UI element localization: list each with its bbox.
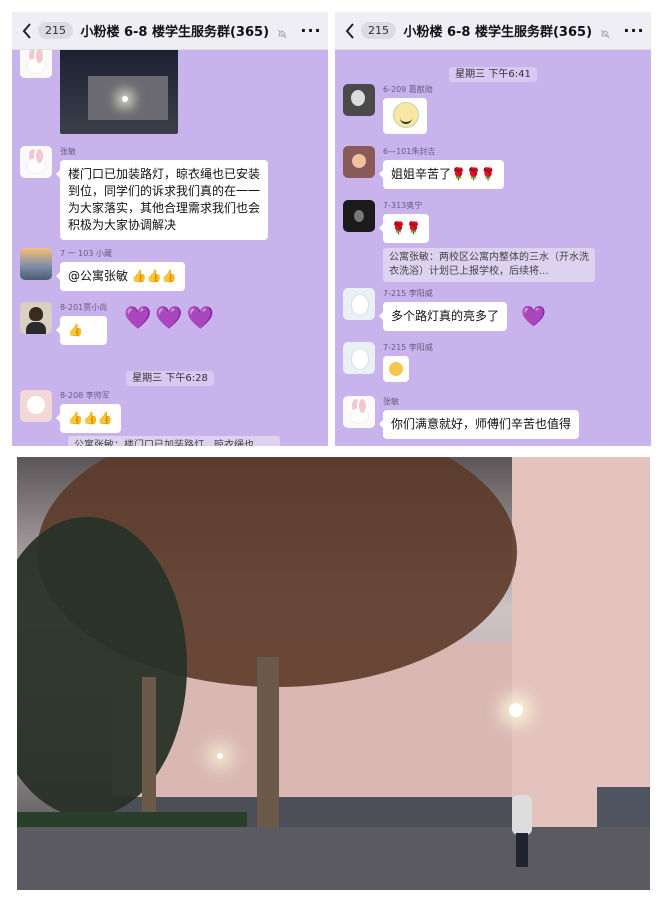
- time-divider-label: 星期三 下午6:28: [126, 371, 214, 386]
- avatar[interactable]: [343, 288, 375, 320]
- message-bubble[interactable]: 👍👍👍: [56, 404, 121, 433]
- avatar[interactable]: [20, 46, 52, 78]
- back-arrow-icon[interactable]: [16, 12, 38, 50]
- avatar[interactable]: [343, 200, 375, 232]
- chat-title: 小粉楼 6-8 楼学生服务群(365): [396, 21, 617, 40]
- mute-bell-icon: [277, 28, 287, 38]
- message-item: 7-215 李阳威: [343, 342, 433, 382]
- chat-header: 215 小粉楼 6-8 楼学生服务群(365) ···: [12, 12, 328, 50]
- street-lamp: [509, 703, 523, 717]
- message-item: 6—101朱封吉 姐姐辛苦了🌹🌹🌹: [343, 146, 504, 189]
- unread-count-badge[interactable]: 215: [38, 22, 73, 39]
- sender-name: 6-209 葛猷勋: [383, 85, 433, 94]
- avatar[interactable]: [343, 84, 375, 116]
- time-divider-label: 星期三 下午6:41: [449, 67, 537, 82]
- sender-name: 6—101朱封吉: [383, 147, 436, 156]
- avatar[interactable]: [20, 302, 52, 334]
- sender-name: 7-215 李阳威: [383, 343, 433, 352]
- avatar[interactable]: [20, 390, 52, 422]
- purple-heart-icon: 💜: [521, 304, 550, 328]
- time-divider: 星期三 下午6:28: [12, 366, 328, 386]
- purple-heart-icon: 💜: [186, 306, 219, 331]
- message-photo: [20, 46, 178, 134]
- sender-name: 7-215 李阳威: [383, 289, 433, 298]
- emoji-sticker[interactable]: [383, 98, 427, 134]
- sender-name: 8-208 李帅军: [60, 391, 110, 400]
- message-item: 7 一 103 小藏 @公寓张敏 👍👍👍: [20, 248, 185, 291]
- sender-name: 7 一 103 小藏: [60, 249, 112, 258]
- avatar[interactable]: [343, 342, 375, 374]
- chat-header: 215 小粉楼 6-8 楼学生服务群(365) ···: [335, 12, 651, 50]
- message-item: 8-208 李帅军 👍👍👍: [20, 390, 121, 433]
- avatar[interactable]: [343, 396, 375, 428]
- chat-title-text: 小粉楼 6-8 楼学生服务群(365): [403, 25, 593, 40]
- pavement: [17, 827, 650, 890]
- purple-heart-icon: 💜: [155, 306, 187, 331]
- tree-trunk: [257, 657, 279, 827]
- mute-bell-icon: [600, 28, 610, 38]
- message-item: 张敏 楼门口已加装路灯，晾衣绳也已安装到位，同学们的诉求我们真的在一一为大家落实…: [20, 146, 268, 240]
- street-lamp: [217, 753, 223, 759]
- more-options-icon[interactable]: ···: [617, 21, 651, 40]
- message-bubble[interactable]: 姐姐辛苦了🌹🌹🌹: [379, 160, 504, 189]
- chat-panel-left: 215 小粉楼 6-8 楼学生服务群(365) ··· 张敏 楼门口已加装路灯，…: [12, 12, 328, 446]
- quoted-message[interactable]: 公寓张敏：两校区公寓内整体的三水（开水洗衣洗浴）计划已上报学校，后续将...: [383, 248, 595, 282]
- chat-title-text: 小粉楼 6-8 楼学生服务群(365): [80, 25, 270, 40]
- person-standing: [510, 787, 534, 867]
- message-bubble[interactable]: @公寓张敏 👍👍👍: [56, 262, 185, 291]
- sender-name: 7-313奥宁: [383, 201, 423, 210]
- sender-name: 张敏: [383, 397, 399, 406]
- time-divider: 星期三 下午6:41: [335, 62, 651, 82]
- cat-emoji-sticker[interactable]: [383, 356, 409, 382]
- message-bubble[interactable]: 🌹🌹: [379, 214, 429, 243]
- tree-trunk: [142, 677, 156, 817]
- avatar[interactable]: [20, 248, 52, 280]
- purple-heart-icon: 💜: [124, 306, 156, 331]
- message-item: 7-313奥宁 🌹🌹: [343, 200, 429, 243]
- quoted-message[interactable]: 公寓张敏：楼门口已加装路灯，晾衣绳也: [68, 436, 280, 446]
- message-item: 8-201贾小尚 👍: [20, 302, 108, 345]
- message-bubble[interactable]: 👍: [55, 316, 108, 345]
- avatar[interactable]: [20, 146, 52, 178]
- avatar[interactable]: [343, 146, 375, 178]
- message-bubble[interactable]: 楼门口已加装路灯，晾衣绳也已安装到位，同学们的诉求我们真的在一一为大家落实，其他…: [56, 160, 268, 240]
- unread-count-badge[interactable]: 215: [361, 22, 396, 39]
- chat-title: 小粉楼 6-8 楼学生服务群(365): [73, 21, 294, 40]
- campus-dusk-photo: [17, 457, 650, 890]
- heart-reaction-row: 💜: [521, 304, 550, 328]
- chat-panel-right: 215 小粉楼 6-8 楼学生服务群(365) ··· 星期三 下午6:41 6…: [335, 12, 651, 446]
- message-bubble[interactable]: 多个路灯真的亮多了: [378, 302, 508, 331]
- message-item: 7-215 李阳威 多个路灯真的亮多了: [343, 288, 508, 331]
- sender-name: 张敏: [60, 147, 76, 156]
- night-street-photo[interactable]: [60, 46, 178, 134]
- more-options-icon[interactable]: ···: [294, 21, 328, 40]
- message-item: 张敏 你们满意就好，师傅们辛苦也值得: [343, 396, 580, 439]
- message-item: 6-209 葛猷勋: [343, 84, 433, 134]
- sender-name: 8-201贾小尚: [60, 303, 108, 312]
- heart-reaction-row: 💜💜💜: [124, 306, 218, 331]
- back-arrow-icon[interactable]: [339, 12, 361, 50]
- message-bubble[interactable]: 你们满意就好，师傅们辛苦也值得: [378, 410, 580, 439]
